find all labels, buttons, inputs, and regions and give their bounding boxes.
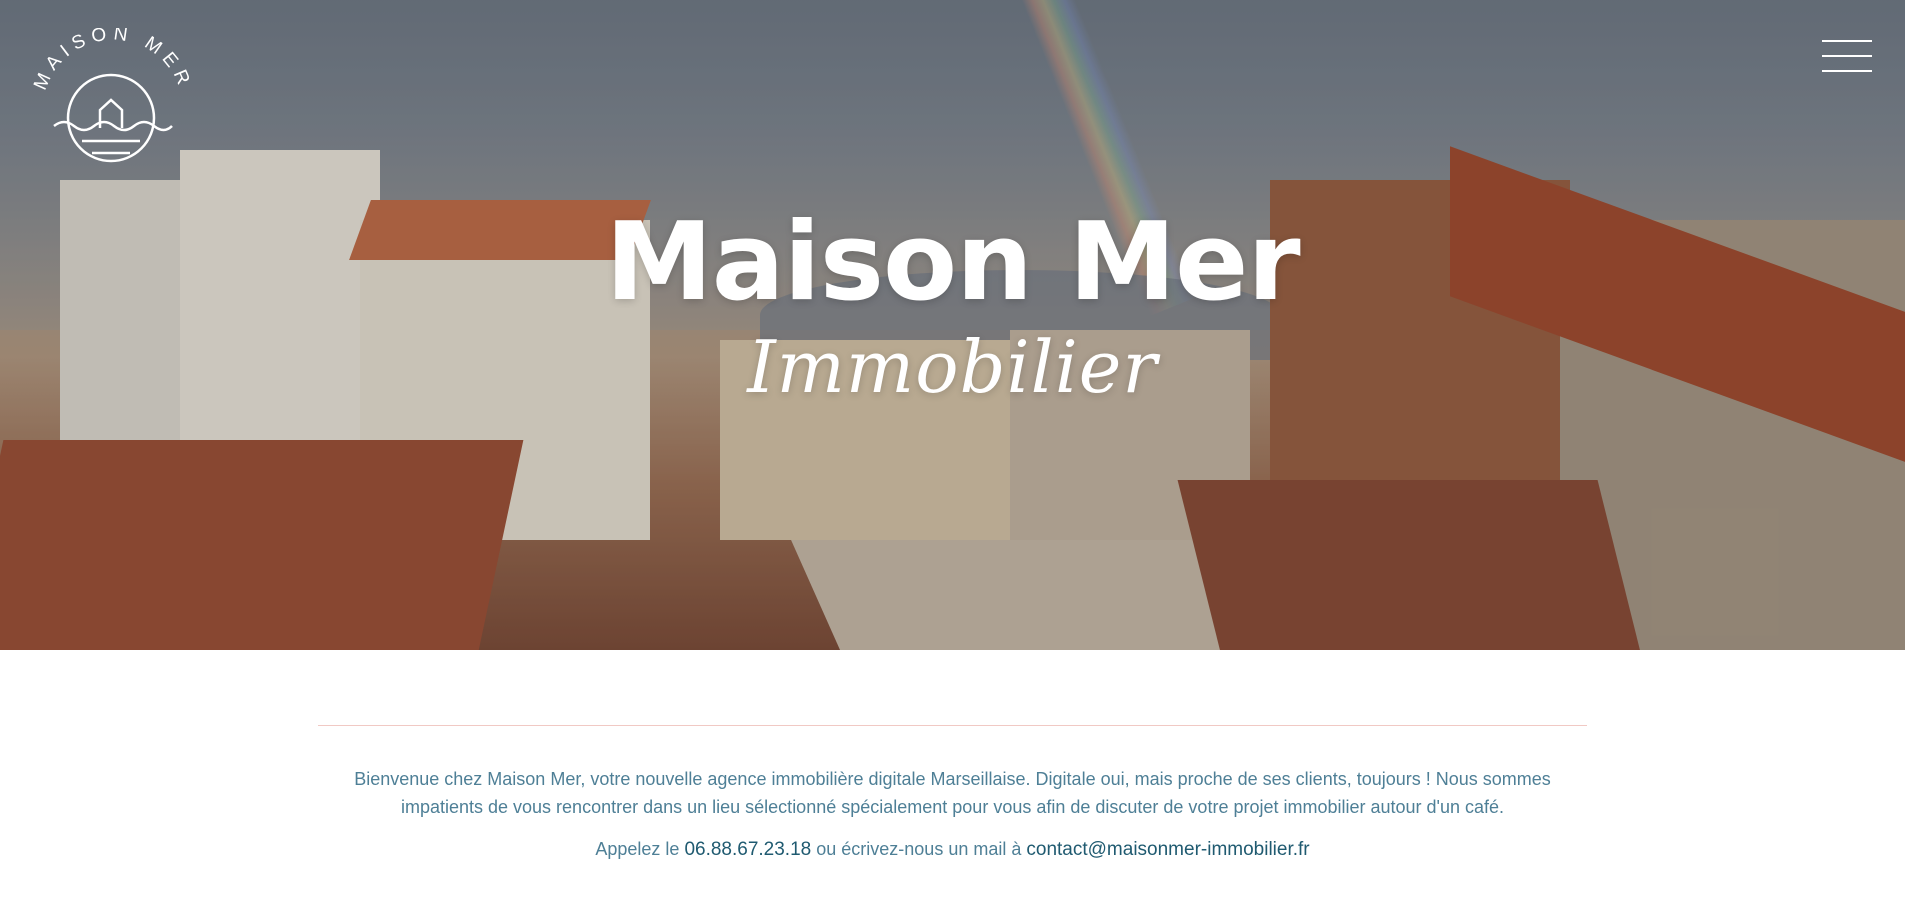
call-prefix: Appelez le xyxy=(595,839,680,859)
menu-line xyxy=(1822,70,1872,72)
section-divider xyxy=(318,725,1587,726)
intro-paragraph: Bienvenue chez Maison Mer, votre nouvell… xyxy=(354,769,1551,817)
phone-link[interactable]: 06.88.67.23.18 xyxy=(684,839,811,860)
svg-text:MAISON MER: MAISON MER xyxy=(30,28,196,93)
site-subtitle: Immobilier xyxy=(747,325,1158,409)
email-link[interactable]: contact@maisonmer-immobilier.fr xyxy=(1026,839,1309,860)
menu-line xyxy=(1822,40,1872,42)
site-title: Maison Mer xyxy=(605,200,1300,325)
maison-mer-logo-icon: MAISON MER xyxy=(30,23,196,163)
mail-prefix: ou écrivez-nous un mail à xyxy=(816,839,1022,859)
logo-link[interactable]: MAISON MER xyxy=(30,23,200,168)
hamburger-menu-icon[interactable] xyxy=(1822,38,1874,74)
hero-banner: MAISON MER Maison Mer Immobilier xyxy=(0,0,1905,650)
menu-line xyxy=(1822,55,1872,57)
contact-line: Appelez le 06.88.67.23.18 ou écrivez-nou… xyxy=(0,839,1905,861)
logo-text: MAISON MER xyxy=(30,23,190,93)
